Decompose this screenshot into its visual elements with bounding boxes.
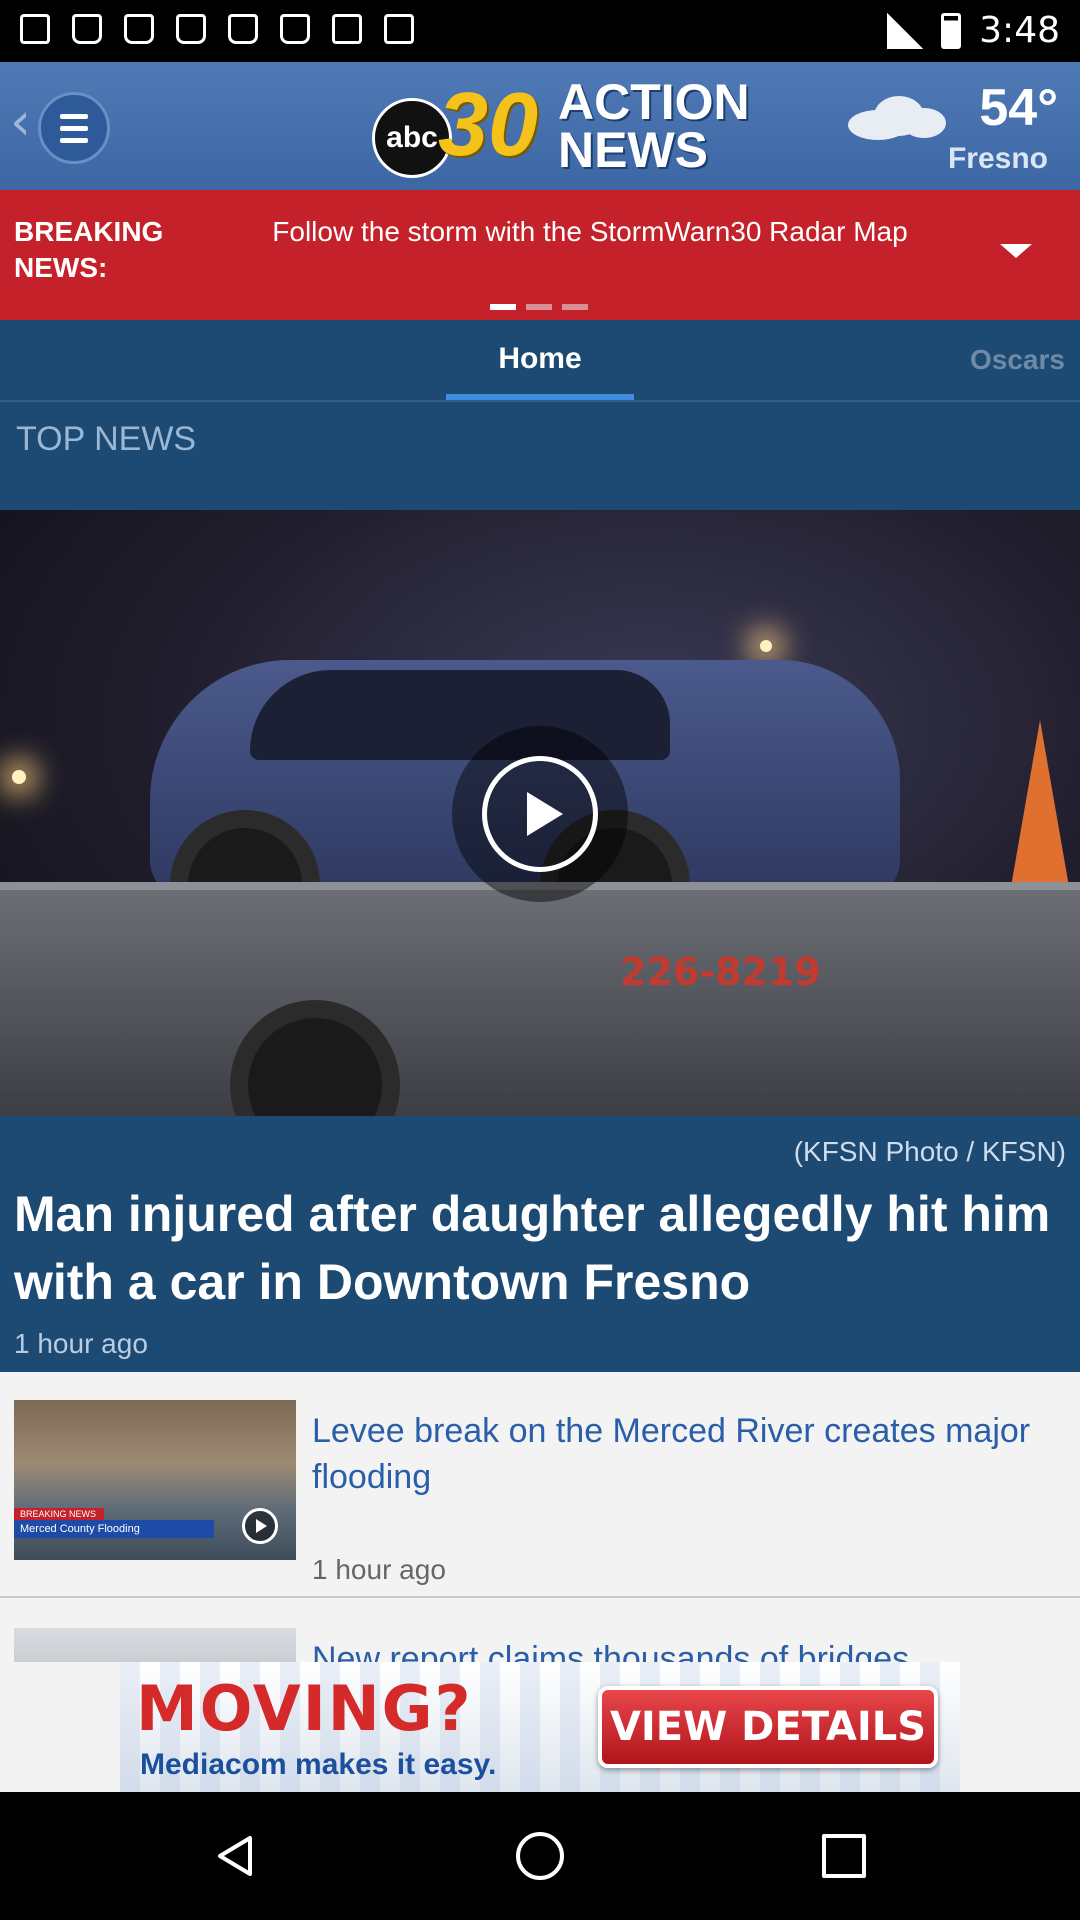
status-bar: 3:48 [0,0,1080,62]
bag-icon [124,14,154,44]
hero-headline[interactable]: Man injured after daughter allegedly hit… [14,1180,1064,1316]
chevron-down-icon[interactable] [1000,244,1032,258]
weather-widget[interactable]: 54° Fresno [838,76,1058,176]
bag-icon [72,14,102,44]
tab-home[interactable]: Home [446,342,634,376]
status-right: 3:48 [887,10,1060,51]
ad-headline: MOVING? [136,1672,473,1745]
recent-apps-icon[interactable] [822,1834,866,1878]
app-icon [384,14,414,44]
tab-bar: Home Oscars [0,320,1080,402]
back-chevron-icon[interactable]: ‹ [10,96,31,148]
thumb-tag: BREAKING NEWS [14,1508,104,1520]
ad-banner[interactable]: MOVING? Mediacom makes it easy. VIEW DET… [120,1662,960,1792]
message-icon [20,14,50,44]
news-list: BREAKING NEWS Merced County Flooding Lev… [0,1372,1080,1788]
breaking-news-banner[interactable]: BREAKING NEWS: Follow the storm with the… [0,190,1080,320]
tab-oscars[interactable]: Oscars [970,344,1065,376]
city-name: Fresno [947,142,1048,175]
play-icon [242,1508,278,1544]
pager-dot [526,304,552,310]
app-header: ‹ abc 30 ACTION NEWS 54° Fresno [0,62,1080,190]
ad-subline: Mediacom makes it easy. [140,1748,497,1781]
signal-icon [887,12,924,49]
ad-view-details-button[interactable]: VIEW DETAILS [598,1686,938,1768]
hero-timestamp: 1 hour ago [14,1328,148,1359]
play-icon [482,756,598,872]
list-item-title[interactable]: Levee break on the Merced River creates … [312,1408,1052,1500]
menu-icon-bar [60,137,88,143]
logo-word-line2: NEWS [558,122,708,178]
clock: 3:48 [979,10,1060,51]
pager-dots [490,304,588,310]
battery-icon [941,12,962,49]
hero-video-thumbnail[interactable]: 226-8219 [0,510,1080,1116]
menu-icon-bar [60,125,88,131]
truck-phone-number: 226-8219 [620,950,821,994]
back-icon[interactable] [214,1834,258,1878]
breaking-news-label: BREAKING NEWS: [14,216,164,283]
tab-selected-indicator [446,394,634,400]
logo-channel-number: 30 [438,75,539,175]
app-screen: 3:48 ‹ abc 30 ACTION NEWS 54° Fresno BRE… [0,0,1080,1920]
play-button[interactable] [452,726,628,902]
abc30-action-news-logo: abc 30 ACTION NEWS [372,75,750,180]
section-title: TOP NEWS [16,420,197,458]
temperature: 54° [979,79,1058,137]
list-item[interactable]: BREAKING NEWS Merced County Flooding Lev… [0,1372,1080,1598]
system-nav-bar [0,1792,1080,1920]
list-item-thumbnail[interactable]: BREAKING NEWS Merced County Flooding [14,1400,296,1560]
notification-icons [20,14,414,44]
bag-icon [176,14,206,44]
tow-truck-bed [0,890,1080,1116]
breaking-news-text[interactable]: Follow the storm with the StormWarn30 Ra… [220,214,960,250]
image-icon [332,14,362,44]
photo-credit: (KFSN Photo / KFSN) [793,1136,1066,1167]
menu-button[interactable] [38,92,110,164]
pager-dot [490,304,516,310]
menu-icon-bar [60,113,88,119]
logo-wordmark: ACTION NEWS [558,74,750,178]
logo-word-line1: ACTION [558,74,750,130]
pager-dot [562,304,588,310]
bag-icon [280,14,310,44]
cloud-icon [838,92,948,142]
thumb-banner: Merced County Flooding [14,1520,214,1538]
home-icon[interactable] [516,1832,564,1880]
bag-icon [228,14,258,44]
list-item-timestamp: 1 hour ago [312,1554,446,1585]
